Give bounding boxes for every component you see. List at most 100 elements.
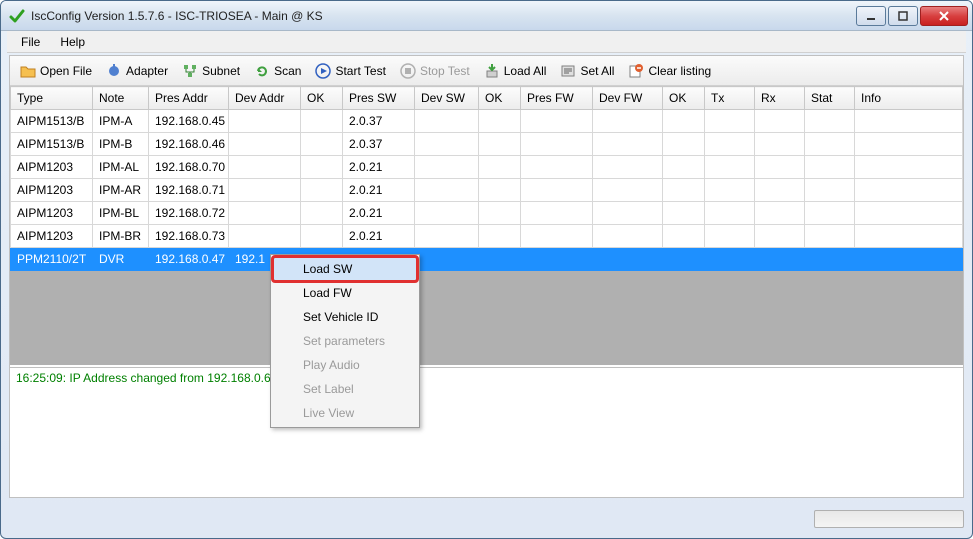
cell-pres_addr[interactable]: 192.168.0.72: [149, 202, 229, 225]
cell-ok2[interactable]: [479, 179, 521, 202]
cell-ok3[interactable]: [663, 156, 705, 179]
cell-pres_sw[interactable]: 2.0.37: [343, 133, 415, 156]
cell-stat[interactable]: [805, 248, 855, 271]
cell-pres_fw[interactable]: [521, 225, 593, 248]
cell-dev_fw[interactable]: [593, 179, 663, 202]
col-dev-sw[interactable]: Dev SW: [415, 87, 479, 110]
cell-pres_fw[interactable]: [521, 202, 593, 225]
cell-dev_addr[interactable]: [229, 156, 301, 179]
cell-rx[interactable]: [755, 179, 805, 202]
cell-ok3[interactable]: [663, 110, 705, 133]
col-info[interactable]: Info: [855, 87, 963, 110]
cell-ok3[interactable]: [663, 179, 705, 202]
cell-ok2[interactable]: [479, 248, 521, 271]
table-row[interactable]: AIPM1203IPM-AR192.168.0.712.0.21: [11, 179, 963, 202]
col-ok3[interactable]: OK: [663, 87, 705, 110]
cell-pres_fw[interactable]: [521, 248, 593, 271]
cell-ok2[interactable]: [479, 225, 521, 248]
maximize-button[interactable]: [888, 6, 918, 26]
cell-dev_fw[interactable]: [593, 225, 663, 248]
start-test-button[interactable]: Start Test: [309, 60, 391, 82]
cell-ok1[interactable]: [301, 156, 343, 179]
cell-dev_sw[interactable]: [415, 248, 479, 271]
device-table[interactable]: Type Note Pres Addr Dev Addr OK Pres SW …: [10, 86, 963, 271]
cell-tx[interactable]: [705, 179, 755, 202]
cell-tx[interactable]: [705, 156, 755, 179]
cell-tx[interactable]: [705, 202, 755, 225]
cell-pres_addr[interactable]: 192.168.0.71: [149, 179, 229, 202]
ctx-set-vehicle-id[interactable]: Set Vehicle ID: [273, 305, 417, 329]
cell-stat[interactable]: [805, 110, 855, 133]
cell-ok1[interactable]: [301, 110, 343, 133]
cell-stat[interactable]: [805, 156, 855, 179]
cell-rx[interactable]: [755, 110, 805, 133]
cell-dev_addr[interactable]: [229, 133, 301, 156]
cell-pres_addr[interactable]: 192.168.0.73: [149, 225, 229, 248]
cell-dev_fw[interactable]: [593, 202, 663, 225]
cell-ok2[interactable]: [479, 133, 521, 156]
cell-stat[interactable]: [805, 202, 855, 225]
col-dev-fw[interactable]: Dev FW: [593, 87, 663, 110]
cell-note[interactable]: IPM-AL: [93, 156, 149, 179]
cell-type[interactable]: AIPM1203: [11, 179, 93, 202]
ctx-load-fw[interactable]: Load FW: [273, 281, 417, 305]
cell-ok2[interactable]: [479, 110, 521, 133]
cell-pres_addr[interactable]: 192.168.0.46: [149, 133, 229, 156]
cell-type[interactable]: AIPM1203: [11, 225, 93, 248]
cell-note[interactable]: IPM-A: [93, 110, 149, 133]
cell-info[interactable]: [855, 202, 963, 225]
adapter-button[interactable]: Adapter: [100, 60, 174, 82]
cell-dev_addr[interactable]: [229, 225, 301, 248]
cell-dev_fw[interactable]: [593, 248, 663, 271]
cell-dev_fw[interactable]: [593, 156, 663, 179]
cell-ok3[interactable]: [663, 248, 705, 271]
cell-type[interactable]: AIPM1513/B: [11, 110, 93, 133]
cell-note[interactable]: DVR: [93, 248, 149, 271]
col-ok1[interactable]: OK: [301, 87, 343, 110]
cell-info[interactable]: [855, 110, 963, 133]
cell-pres_sw[interactable]: 2.0.21: [343, 179, 415, 202]
cell-dev_addr[interactable]: [229, 202, 301, 225]
cell-pres_fw[interactable]: [521, 156, 593, 179]
cell-tx[interactable]: [705, 248, 755, 271]
cell-dev_addr[interactable]: [229, 179, 301, 202]
cell-pres_sw[interactable]: 2.0.37: [343, 110, 415, 133]
cell-ok2[interactable]: [479, 202, 521, 225]
cell-dev_fw[interactable]: [593, 133, 663, 156]
cell-stat[interactable]: [805, 179, 855, 202]
cell-type[interactable]: PPM2110/2T: [11, 248, 93, 271]
col-stat[interactable]: Stat: [805, 87, 855, 110]
cell-note[interactable]: IPM-BL: [93, 202, 149, 225]
ctx-load-sw[interactable]: Load SW: [273, 257, 417, 281]
cell-stat[interactable]: [805, 225, 855, 248]
cell-ok2[interactable]: [479, 156, 521, 179]
cell-info[interactable]: [855, 156, 963, 179]
cell-info[interactable]: [855, 133, 963, 156]
cell-ok3[interactable]: [663, 225, 705, 248]
cell-rx[interactable]: [755, 202, 805, 225]
table-row[interactable]: PPM2110/2TDVR192.168.0.47192.1: [11, 248, 963, 271]
col-dev-addr[interactable]: Dev Addr: [229, 87, 301, 110]
table-row[interactable]: AIPM1513/BIPM-A192.168.0.452.0.37: [11, 110, 963, 133]
col-pres-fw[interactable]: Pres FW: [521, 87, 593, 110]
col-pres-addr[interactable]: Pres Addr: [149, 87, 229, 110]
cell-info[interactable]: [855, 248, 963, 271]
load-all-button[interactable]: Load All: [478, 60, 553, 82]
col-note[interactable]: Note: [93, 87, 149, 110]
col-ok2[interactable]: OK: [479, 87, 521, 110]
cell-pres_addr[interactable]: 192.168.0.70: [149, 156, 229, 179]
cell-ok3[interactable]: [663, 133, 705, 156]
cell-stat[interactable]: [805, 133, 855, 156]
clear-listing-button[interactable]: Clear listing: [622, 60, 717, 82]
cell-rx[interactable]: [755, 133, 805, 156]
cell-info[interactable]: [855, 225, 963, 248]
cell-info[interactable]: [855, 179, 963, 202]
cell-type[interactable]: AIPM1513/B: [11, 133, 93, 156]
cell-tx[interactable]: [705, 110, 755, 133]
cell-dev_fw[interactable]: [593, 110, 663, 133]
cell-dev_sw[interactable]: [415, 179, 479, 202]
cell-rx[interactable]: [755, 225, 805, 248]
minimize-button[interactable]: [856, 6, 886, 26]
cell-pres_addr[interactable]: 192.168.0.47: [149, 248, 229, 271]
cell-note[interactable]: IPM-BR: [93, 225, 149, 248]
